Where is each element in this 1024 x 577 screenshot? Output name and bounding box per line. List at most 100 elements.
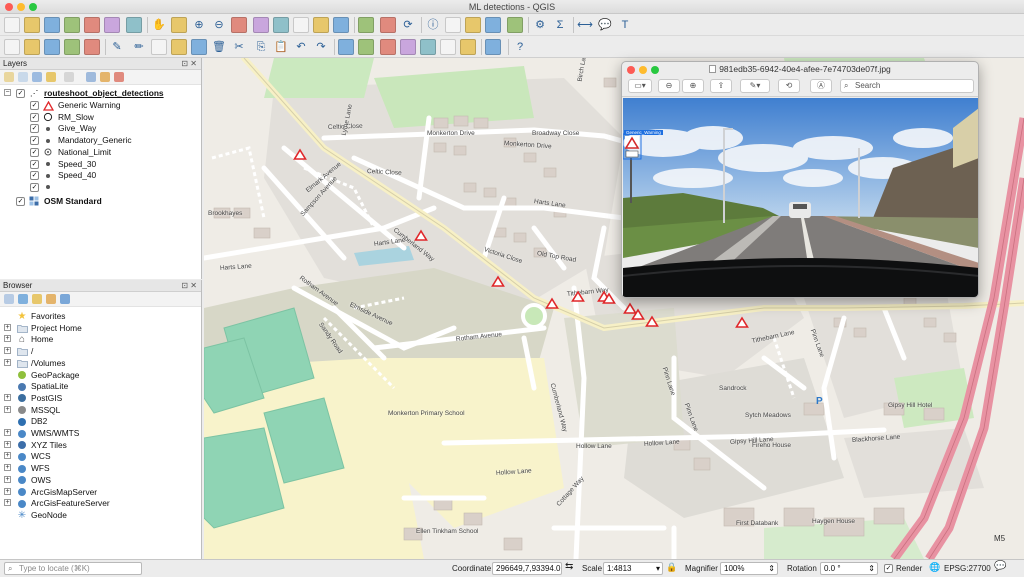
expand-all-icon[interactable] (86, 72, 96, 82)
share-button[interactable]: ⇪ (710, 79, 732, 93)
preview-search-field[interactable]: ⌕ Search (840, 79, 974, 93)
add-feature-icon[interactable] (171, 39, 187, 55)
zoom-window-button[interactable] (29, 3, 37, 11)
coordinate-field[interactable]: 296649,7,93394.0 (492, 562, 562, 575)
add-selected-layers-icon[interactable] (4, 294, 14, 304)
warning-detection-marker[interactable] (545, 297, 559, 309)
layer-visibility-checkbox[interactable]: ✓ (30, 159, 39, 169)
zoom-preview-button[interactable] (651, 66, 659, 74)
layer-row[interactable]: ✓ Generic Warning (0, 100, 200, 111)
add-group-icon[interactable] (18, 72, 28, 82)
layout-manager-icon[interactable] (104, 17, 120, 33)
browser-item[interactable]: + MSSQL (0, 405, 200, 416)
layer-visibility-checkbox[interactable]: ✓ (30, 147, 39, 157)
browser-item[interactable]: + Project Home (0, 323, 200, 334)
layer-row[interactable]: ✓ RM_Slow (0, 112, 200, 123)
data-source-manager-icon[interactable] (4, 39, 20, 55)
locator-search-field[interactable]: ⌕ Type to locate (⌘K) (4, 562, 142, 575)
browser-item[interactable]: + PostGIS (0, 393, 200, 404)
digitize-icon[interactable] (64, 39, 80, 55)
pan-to-selection-icon[interactable] (171, 17, 187, 33)
browser-item[interactable]: GeoPackage (0, 370, 200, 381)
rotate-label-icon[interactable] (440, 39, 456, 55)
filter-expression-icon[interactable] (64, 72, 74, 82)
messages-icon[interactable]: 💬 (994, 561, 1006, 572)
layer-row[interactable]: ✓ Mandatory_Generic (0, 135, 200, 146)
cut-features-icon[interactable]: ✂ (231, 39, 247, 55)
expand-toggle-icon[interactable]: + (4, 405, 11, 413)
warning-detection-marker[interactable] (293, 148, 307, 160)
style-manager-icon[interactable] (126, 17, 142, 33)
expand-toggle-icon[interactable]: + (4, 464, 11, 472)
filter-browser-icon[interactable] (32, 294, 42, 304)
paste-features-icon[interactable]: 📋 (273, 39, 289, 55)
identify-icon[interactable]: ⓘ (425, 17, 441, 33)
browser-item[interactable]: + ArcGisFeatureServer (0, 498, 200, 509)
expand-toggle-icon[interactable]: + (4, 323, 11, 331)
close-preview-button[interactable] (627, 66, 635, 74)
zoom-out-button[interactable]: ⊖ (658, 79, 680, 93)
save-as-icon[interactable] (64, 17, 80, 33)
new-shapefile-icon[interactable] (44, 39, 60, 55)
minimize-window-button[interactable] (17, 3, 25, 11)
new-bookmark-icon[interactable] (358, 17, 374, 33)
statistics-icon[interactable]: Σ (552, 17, 568, 33)
measure-icon[interactable]: ⟷ (577, 17, 593, 33)
browser-item[interactable]: + ⌂ Home (0, 334, 200, 345)
browser-item[interactable]: + WMS/WMTS (0, 428, 200, 439)
field-calculator-icon[interactable] (507, 17, 523, 33)
refresh-icon[interactable]: ⟳ (400, 17, 416, 33)
layer-row[interactable]: ✓ Give_Way (0, 123, 200, 134)
expand-toggle-icon[interactable]: + (4, 499, 11, 507)
browser-item[interactable]: + WFS (0, 463, 200, 474)
layer-visibility-checkbox[interactable]: ✓ (30, 171, 39, 181)
enable-properties-icon[interactable] (60, 294, 70, 304)
browser-item[interactable]: DB2 (0, 416, 200, 427)
basemap-layer-row[interactable]: ✓ OSM Standard (0, 196, 200, 207)
processing-toolbox-icon[interactable]: ⚙ (532, 17, 548, 33)
rotate-button[interactable]: ⟲ (778, 79, 800, 93)
panel-dock-controls[interactable]: ⊡ ✕ (181, 58, 197, 70)
warning-detection-marker[interactable] (623, 302, 637, 314)
warning-detection-marker[interactable] (645, 315, 659, 327)
copy-features-icon[interactable]: ⎘ (253, 39, 269, 55)
layer-visibility-checkbox[interactable]: ✓ (30, 136, 39, 146)
lock-scale-icon[interactable]: 🔒 (666, 562, 677, 573)
zoom-last-icon[interactable] (313, 17, 329, 33)
layer-visibility-checkbox[interactable]: ✓ (30, 112, 39, 122)
browser-item[interactable]: + WCS (0, 451, 200, 462)
save-edits-icon[interactable] (151, 39, 167, 55)
magnifier-field[interactable]: 100% ⇕ (720, 562, 778, 575)
warning-detection-marker[interactable] (491, 275, 505, 287)
expand-toggle-icon[interactable]: + (4, 429, 11, 436)
scale-select[interactable]: 1:4813 ▾ (603, 562, 663, 575)
panel-dock-controls[interactable]: ⊡ ✕ (181, 280, 197, 292)
edit-pencil-icon[interactable]: ✎ (109, 39, 125, 55)
highlight-labels-icon[interactable] (380, 39, 396, 55)
new-project-icon[interactable] (4, 17, 20, 33)
toggle-editing-icon[interactable]: ✏ (131, 39, 147, 55)
expand-toggle-icon[interactable]: + (4, 358, 11, 366)
pan-icon[interactable]: ✋ (151, 17, 167, 33)
expand-toggle-icon[interactable]: + (4, 440, 11, 448)
browser-item[interactable]: SpatiaLite (0, 381, 200, 392)
layer-visibility-checkbox[interactable]: ✓ (30, 101, 39, 110)
style-panel-icon[interactable] (4, 72, 14, 82)
label-toolbar-icon[interactable] (338, 39, 354, 55)
zoom-out-icon[interactable]: ⊖ (211, 17, 227, 33)
crs-globe-icon[interactable]: 🌐 (929, 562, 940, 573)
coordinate-toggle-icon[interactable]: ⇆ (565, 561, 573, 572)
print-layout-icon[interactable] (84, 17, 100, 33)
delete-selected-icon[interactable]: 🗑 (211, 39, 227, 55)
zoom-next-icon[interactable] (333, 17, 349, 33)
undo-icon[interactable]: ↶ (293, 39, 309, 55)
layer-group-row[interactable]: − ✓ ⋰ routeshoot_object_detections (0, 88, 200, 99)
image-preview-window[interactable]: 981edb35-6942-40e4-afee-7e74703de07f.jpg… (621, 61, 979, 298)
zoom-full-icon[interactable] (231, 17, 247, 33)
expand-toggle-icon[interactable]: + (4, 452, 11, 460)
layer-row[interactable]: ✓ Speed_40 (0, 170, 200, 181)
browser-item[interactable]: ✳ GeoNode (0, 510, 200, 521)
collapse-all-icon[interactable] (46, 294, 56, 304)
zoom-native-icon[interactable] (293, 17, 309, 33)
browser-item[interactable]: + / (0, 346, 200, 357)
